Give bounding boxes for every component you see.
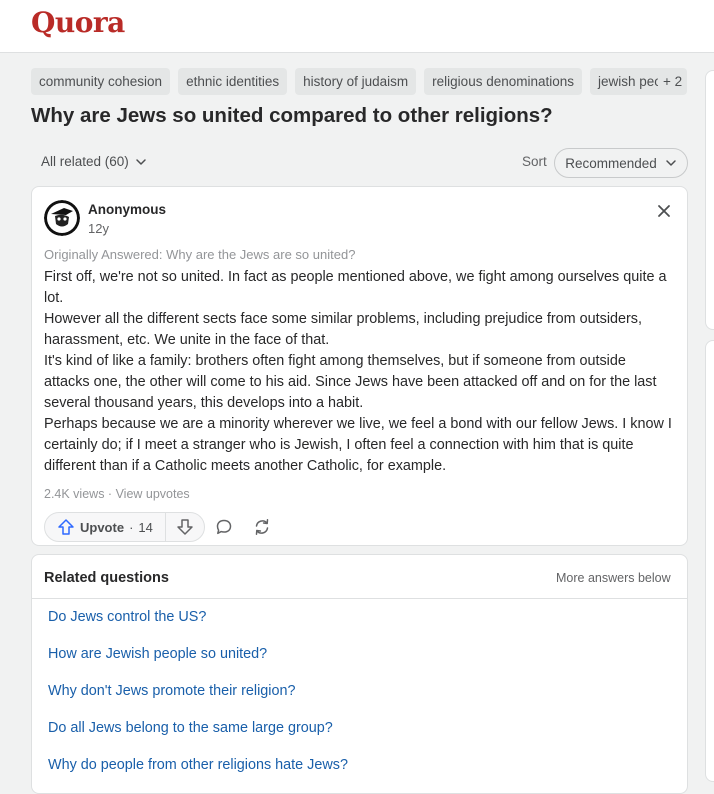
view-count: 2.4K views xyxy=(44,487,105,501)
related-questions-card: Related questions More answers below Do … xyxy=(31,554,688,794)
related-questions-title: Related questions xyxy=(44,570,169,586)
related-question-link[interactable]: Do Jews control the US? xyxy=(48,609,206,625)
answer-age[interactable]: 12y xyxy=(88,221,109,236)
answer-paragraph: However all the different sects face som… xyxy=(44,311,643,348)
sort-value: Recommended xyxy=(565,155,657,171)
more-topics-button[interactable]: + 2 xyxy=(658,68,688,95)
related-question-link[interactable]: How are Jewish people so united? xyxy=(48,646,267,662)
close-icon[interactable] xyxy=(654,201,674,221)
related-question-link[interactable]: Why do people from other religions hate … xyxy=(48,757,348,773)
vote-bar: Upvote · 14 xyxy=(44,512,205,542)
upvote-button[interactable]: Upvote · 14 xyxy=(45,513,166,541)
answer-text: First off, we're not so united. In fact … xyxy=(44,267,674,477)
sort-dropdown[interactable]: Recommended xyxy=(554,148,688,178)
upvote-separator: · xyxy=(129,519,134,535)
all-related-label: All related (60) xyxy=(41,154,129,169)
topic-tags: community cohesion ethnic identities his… xyxy=(31,68,672,95)
answer-paragraph: Perhaps because we are a minority wherev… xyxy=(44,416,672,474)
quora-logo[interactable]: Quora xyxy=(31,6,125,39)
answer-paragraph: It's kind of like a family: brothers oft… xyxy=(44,353,657,411)
sort-label: Sort xyxy=(522,154,547,169)
topic-tag[interactable]: religious denominations xyxy=(424,68,583,95)
upvote-label: Upvote xyxy=(80,519,125,535)
chevron-down-icon xyxy=(136,158,146,165)
stats-separator: · xyxy=(104,487,116,501)
upvote-arrow-icon xyxy=(58,519,74,535)
downvote-button[interactable] xyxy=(166,513,204,541)
author-name[interactable]: Anonymous xyxy=(88,202,166,217)
answer-paragraph: First off, we're not so united. In fact … xyxy=(44,269,667,306)
originally-answered[interactable]: Originally Answered: Why are the Jews ar… xyxy=(44,247,355,262)
view-upvotes-link[interactable]: View upvotes xyxy=(116,487,190,501)
upvote-count: 14 xyxy=(138,519,153,535)
top-bar: Quora xyxy=(0,0,714,53)
related-question-link[interactable]: Why don't Jews promote their religion? xyxy=(48,683,296,699)
chevron-down-icon xyxy=(666,160,676,166)
comment-icon[interactable] xyxy=(214,517,234,537)
avatar[interactable] xyxy=(44,200,80,236)
divider xyxy=(32,598,687,599)
topic-tag[interactable]: community cohesion xyxy=(31,68,171,95)
sidebar-card xyxy=(705,70,714,330)
question-title[interactable]: Why are Jews so united compared to other… xyxy=(31,104,553,128)
topic-tag[interactable]: history of judaism xyxy=(295,68,417,95)
more-answers-below: More answers below xyxy=(556,571,671,585)
related-question-link[interactable]: Do all Jews belong to the same large gro… xyxy=(48,720,333,736)
answer-stats: 2.4K views · View upvotes xyxy=(44,487,190,501)
topic-tag[interactable]: ethnic identities xyxy=(178,68,288,95)
share-icon[interactable] xyxy=(252,517,272,537)
downvote-arrow-icon xyxy=(177,519,193,535)
answer-card: Anonymous 12y Originally Answered: Why a… xyxy=(31,186,688,546)
sidebar-card-2 xyxy=(705,340,714,782)
all-related-dropdown[interactable]: All related (60) xyxy=(41,154,147,169)
